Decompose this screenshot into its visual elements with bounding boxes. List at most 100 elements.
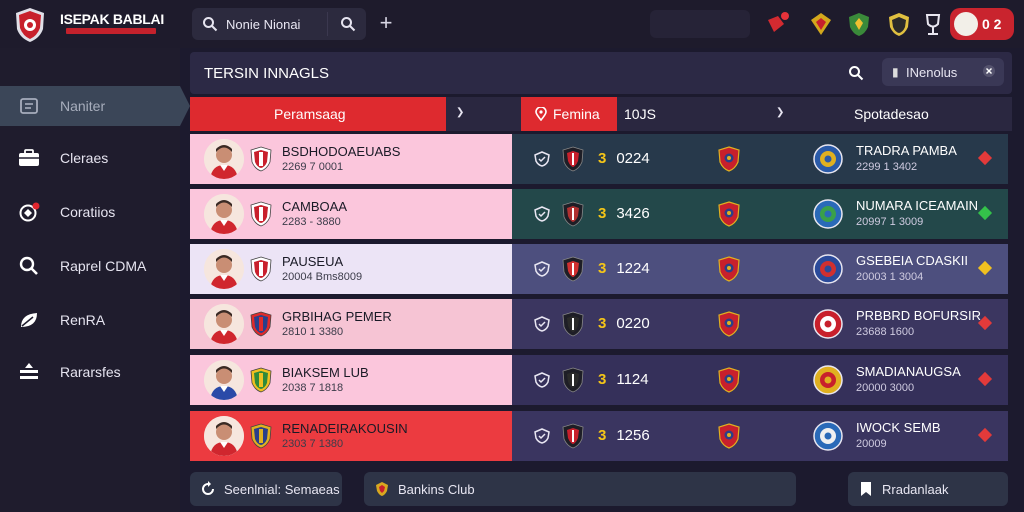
- trend-indicator-icon: [977, 371, 993, 387]
- column-label: Peramsaag: [274, 106, 346, 122]
- score-number: 1124: [616, 371, 649, 388]
- panel-header: TERSIN INNAGLS ▮ INenolus: [190, 52, 1012, 94]
- row-stats-cell[interactable]: 3 1124 SMADIANAUGSA 20000 3000: [512, 355, 1008, 405]
- club-crest-icon: [718, 367, 740, 393]
- search-input[interactable]: Nonie Nionai: [226, 17, 300, 32]
- row-player-cell[interactable]: BIAKSEM LUB 2038 7 1818: [190, 355, 512, 405]
- table-row[interactable]: CAMBOAA 2283 - 3880 3 3426 NUMARA ICEAMA…: [190, 189, 1008, 239]
- column-header-player[interactable]: Peramsaag: [190, 97, 446, 131]
- shield-check-icon[interactable]: [534, 261, 550, 277]
- top-empty-pill[interactable]: [650, 10, 750, 38]
- footer-button-semaeas[interactable]: Seenlnial: Semaeas: [190, 472, 342, 506]
- sidebar-item-rararsfes[interactable]: Rararsfes: [0, 352, 180, 392]
- player-photo-icon: [204, 304, 244, 344]
- shield-check-icon[interactable]: [534, 316, 550, 332]
- club-crest-icon: [250, 146, 272, 172]
- club-meta: 20997 1 3009: [856, 216, 924, 228]
- global-search[interactable]: Nonie Nionai: [192, 8, 366, 40]
- row-stats-cell[interactable]: 3 1224 GSEBEIA CDASKII 20003 1 3004: [512, 244, 1008, 294]
- footer-button-bankins-club[interactable]: Bankins Club: [364, 472, 796, 506]
- row-player-cell[interactable]: RENADEIRAKOUSIN 2303 7 1380: [190, 411, 512, 461]
- shield-check-icon[interactable]: [534, 206, 550, 222]
- row-player-cell[interactable]: BSDHODOAEUABS 2269 7 0001: [190, 134, 512, 184]
- club-crest-icon: [718, 423, 740, 449]
- player-photo-icon: [204, 360, 244, 400]
- club-crest-icon: [718, 311, 740, 337]
- club-crest-icon: [718, 146, 740, 172]
- shield-check-icon[interactable]: [534, 428, 550, 444]
- club-crest-icon: [250, 201, 272, 227]
- brand[interactable]: ISEPAK BABLAI: [0, 0, 180, 48]
- sidebar-item-label: Raprel CDMA: [60, 258, 147, 274]
- column-header-femina[interactable]: Femina: [521, 97, 617, 131]
- club-crest-icon: [813, 144, 843, 174]
- table-row[interactable]: RENADEIRAKOUSIN 2303 7 1380 3 1256 IWOCK…: [190, 411, 1008, 461]
- sidebar-item-label: Cleraes: [60, 150, 109, 166]
- club-crest-icon: [813, 199, 843, 229]
- notification-icon[interactable]: [764, 10, 790, 38]
- clear-icon[interactable]: [982, 64, 996, 78]
- player-photo-icon: [204, 249, 244, 289]
- table-row[interactable]: BIAKSEM LUB 2038 7 1818 3 1124 SMADIANAU…: [190, 355, 1008, 405]
- score-number: 3426: [616, 205, 650, 222]
- sidebar-item-coratiios[interactable]: Coratiios: [0, 192, 180, 232]
- row-stats-cell[interactable]: 3 3426 NUMARA ICEAMAIN 20997 1 3009: [512, 189, 1008, 239]
- search-icon: [203, 17, 218, 32]
- player-photo-icon: [204, 194, 244, 234]
- club-crest-icon: [250, 256, 272, 282]
- avatar: [204, 304, 244, 344]
- rank-number: 3: [598, 260, 607, 277]
- add-button[interactable]: +: [376, 12, 396, 34]
- row-player-cell[interactable]: CAMBOAA 2283 - 3880: [190, 189, 512, 239]
- list-icon: [20, 98, 38, 114]
- avatar: [204, 360, 244, 400]
- player-photo-icon: [204, 139, 244, 179]
- club-crest-icon: [718, 201, 740, 227]
- row-stats-cell[interactable]: 3 1256 IWOCK SEMB 20009: [512, 411, 1008, 461]
- club-crest-icon[interactable]: [808, 10, 834, 38]
- player-name: GRBIHAG PEMER: [282, 309, 392, 324]
- table-row[interactable]: BSDHODOAEUABS 2269 7 0001 3 0224 TRADRA …: [190, 134, 1008, 184]
- trophy-icon[interactable]: [920, 10, 946, 38]
- footer-button-label: Seenlnial: Semaeas: [224, 482, 340, 497]
- row-stats-cell[interactable]: 3 0224 TRADRA PAMBA 2299 1 3402: [512, 134, 1008, 184]
- club-name: GSEBEIA CDASKII: [856, 253, 968, 268]
- row-stats-cell[interactable]: 3 0220 PRBBRD BOFURSIR 23688 1600: [512, 299, 1008, 349]
- search-submit-icon[interactable]: [340, 16, 356, 32]
- row-player-cell[interactable]: GRBIHAG PEMER 2810 1 3380: [190, 299, 512, 349]
- player-meta: 2810 1 3380: [282, 326, 344, 338]
- sidebar-item-label: Rararsfes: [60, 364, 121, 380]
- shield-check-icon[interactable]: [534, 372, 550, 388]
- column-header-club[interactable]: Spotadesao: [854, 106, 929, 122]
- club-crest-icon: [813, 254, 843, 284]
- score-value: 3 1224: [598, 260, 650, 277]
- table-row[interactable]: PAUSEUA 20004 Bms8009 3 1224 GSEBEIA CDA…: [190, 244, 1008, 294]
- club-name: NUMARA ICEAMAIN: [856, 198, 979, 213]
- sort-chevron-icon[interactable]: ❯: [776, 107, 784, 118]
- club-crest-icon: [718, 256, 740, 282]
- club-crest-icon[interactable]: [886, 10, 912, 38]
- footer-button-rradanlaak[interactable]: Rradanlaak: [848, 472, 1008, 506]
- notification-badge[interactable]: 0 2: [950, 8, 1014, 40]
- sidebar-item-raprel[interactable]: Raprel CDMA: [0, 246, 180, 286]
- rank-number: 3: [598, 427, 607, 444]
- sidebar-item-label: RenRA: [60, 312, 106, 328]
- club-crest-icon: [562, 423, 584, 449]
- rank-number: 3: [598, 315, 607, 332]
- club-crest-icon: [813, 309, 843, 339]
- sidebar-item-cleraes[interactable]: Cleraes: [0, 138, 180, 178]
- sort-chevron-icon[interactable]: ❯: [456, 107, 464, 118]
- table-row[interactable]: GRBIHAG PEMER 2810 1 3380 3 0220 PRBBRD …: [190, 299, 1008, 349]
- briefcase-icon: [19, 149, 39, 166]
- search-icon[interactable]: [848, 65, 864, 81]
- sidebar-item-renra[interactable]: RenRA: [0, 300, 180, 340]
- filter-dropdown[interactable]: ▮ INenolus: [882, 58, 1004, 86]
- row-player-cell[interactable]: PAUSEUA 20004 Bms8009: [190, 244, 512, 294]
- sidebar-item-naniter[interactable]: Naniter: [0, 86, 190, 126]
- sidebar-item-label: Naniter: [60, 98, 106, 114]
- column-header-score[interactable]: 10JS: [624, 106, 656, 122]
- club-crest-icon[interactable]: [846, 10, 872, 38]
- badge-count: 0 2: [982, 16, 1002, 32]
- shield-check-icon[interactable]: [534, 151, 550, 167]
- club-crest-icon: [562, 311, 584, 337]
